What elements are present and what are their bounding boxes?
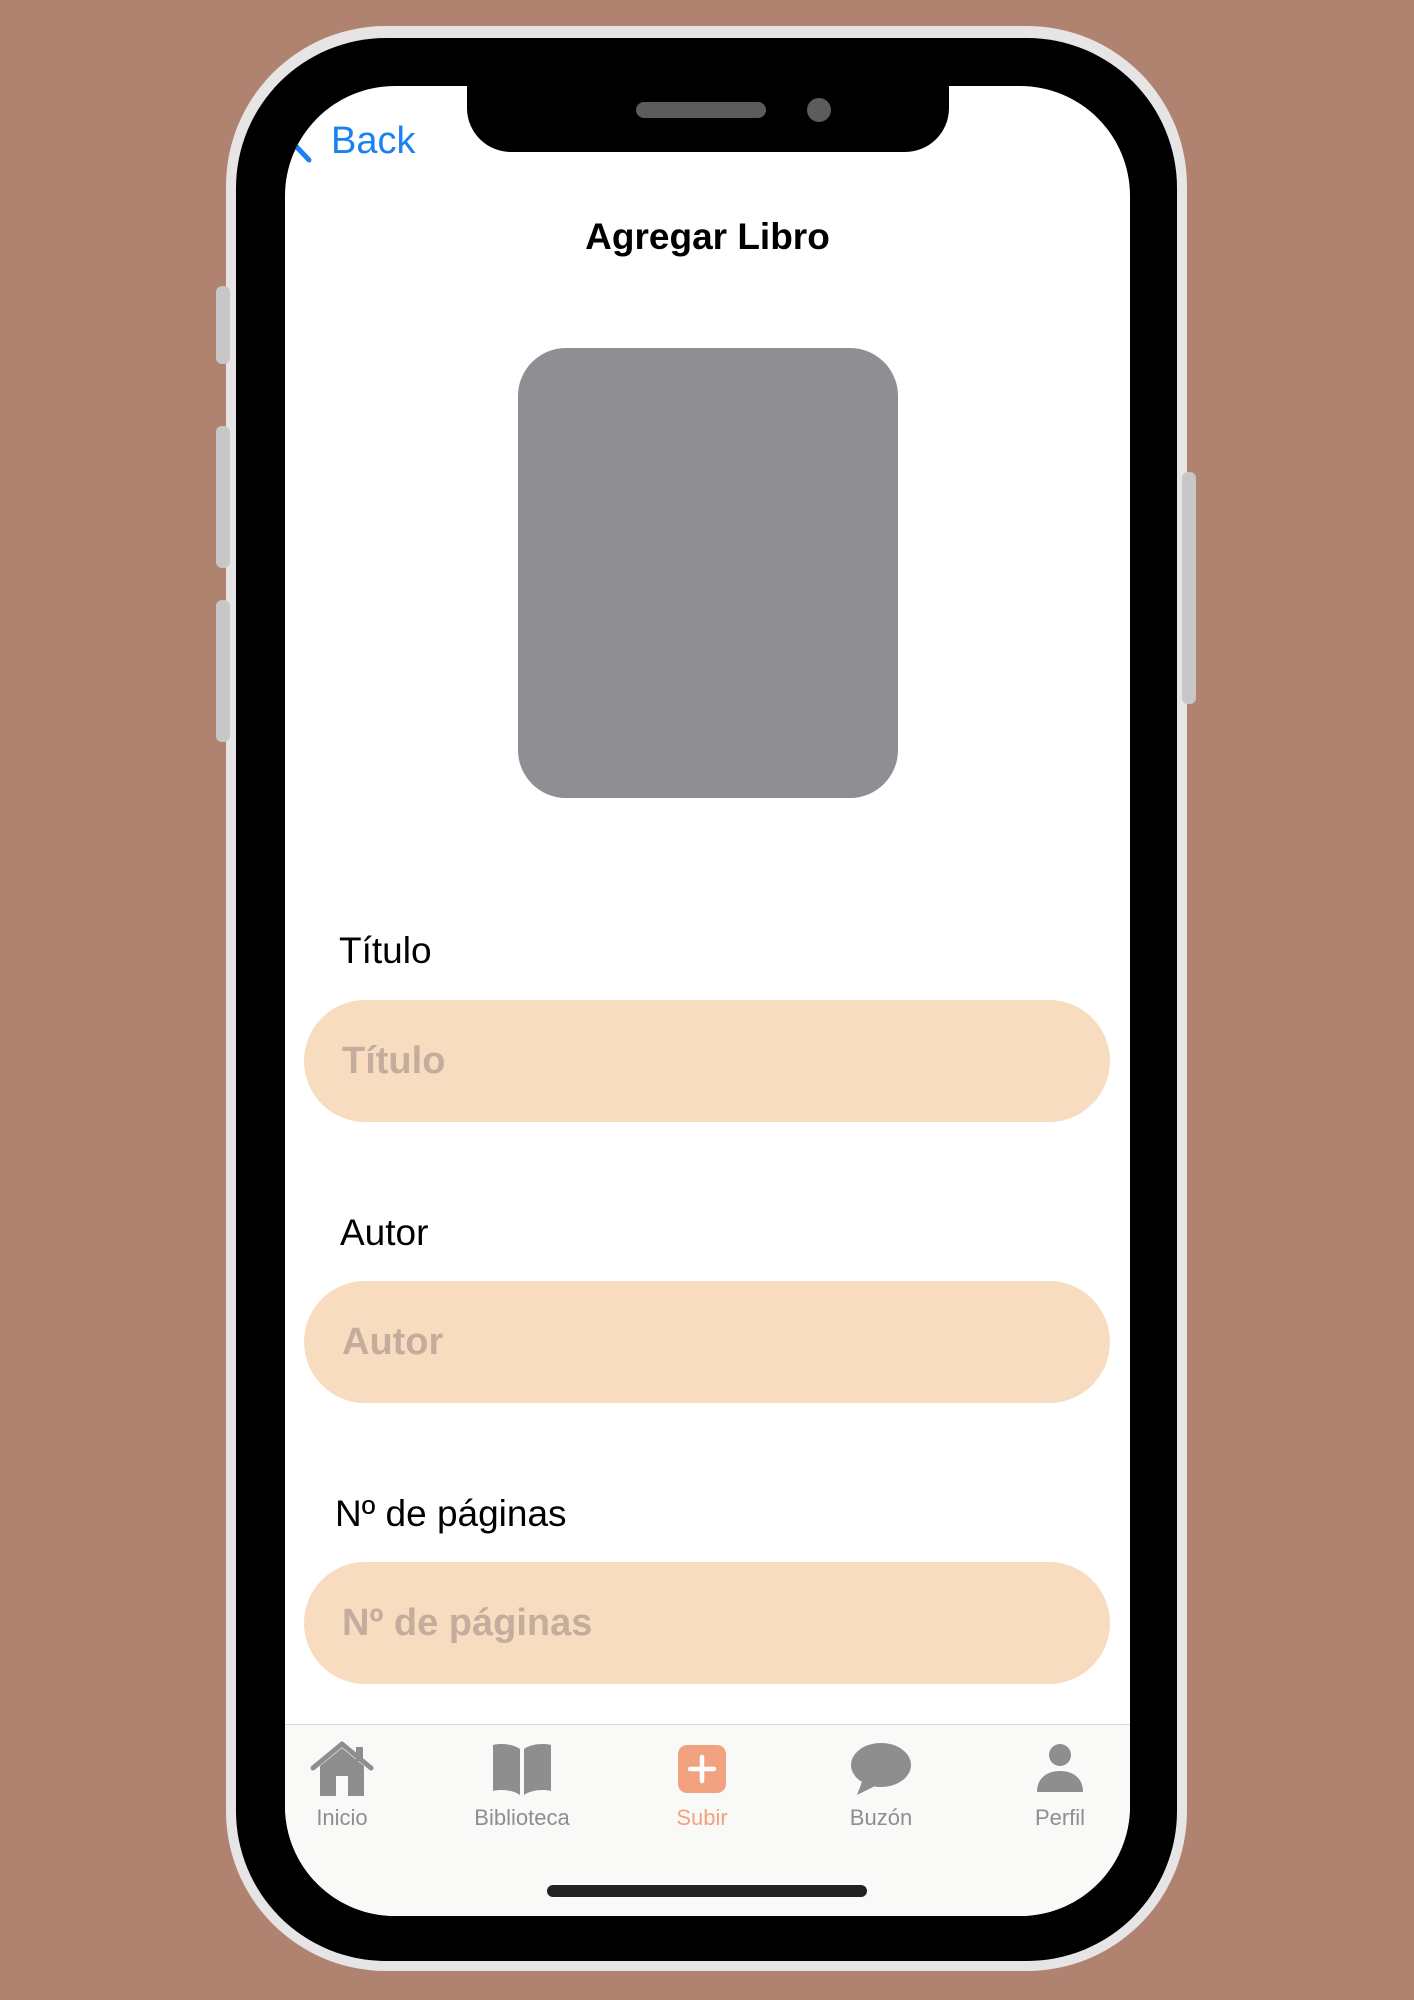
back-label: Back	[331, 119, 416, 162]
tab-subir[interactable]: Subir	[622, 1739, 782, 1849]
volume-down-button	[216, 600, 230, 742]
pages-input[interactable]	[304, 1562, 1110, 1684]
tab-perfil[interactable]: Perfil	[980, 1739, 1130, 1849]
title-input[interactable]	[304, 1000, 1110, 1122]
speaker-grille	[636, 102, 766, 118]
volume-up-button	[216, 426, 230, 568]
app-screen: Back Agregar Libro Título Autor Nº de pá…	[285, 86, 1130, 1916]
mute-switch	[216, 286, 230, 364]
tab-buzon[interactable]: Buzón	[801, 1739, 961, 1849]
book-icon	[487, 1739, 557, 1799]
author-input[interactable]	[304, 1281, 1110, 1403]
plus-square-icon	[667, 1739, 737, 1799]
book-cover-placeholder[interactable]	[518, 348, 898, 798]
chat-bubble-icon	[846, 1739, 916, 1799]
tab-bar: Inicio Biblioteca Subir Buzón Perfil	[285, 1724, 1130, 1916]
front-camera	[807, 98, 831, 122]
chevron-left-icon	[288, 119, 312, 163]
person-icon	[1025, 1739, 1095, 1799]
house-icon	[307, 1739, 377, 1799]
tab-label: Biblioteca	[474, 1805, 570, 1830]
title-field-label: Título	[339, 930, 432, 971]
back-button[interactable]: Back	[285, 116, 415, 166]
tab-label: Perfil	[1034, 1805, 1086, 1830]
page-title: Agregar Libro	[585, 216, 830, 257]
pages-field-label: Nº de páginas	[335, 1493, 567, 1534]
tab-label: Buzón	[849, 1805, 913, 1830]
tab-biblioteca[interactable]: Biblioteca	[442, 1739, 602, 1849]
tab-label: Inicio	[316, 1805, 368, 1830]
author-field-label: Autor	[340, 1212, 429, 1253]
tab-inicio[interactable]: Inicio	[285, 1739, 422, 1849]
power-button	[1182, 472, 1196, 704]
tab-label: Subir	[676, 1805, 728, 1830]
home-indicator	[547, 1885, 867, 1897]
